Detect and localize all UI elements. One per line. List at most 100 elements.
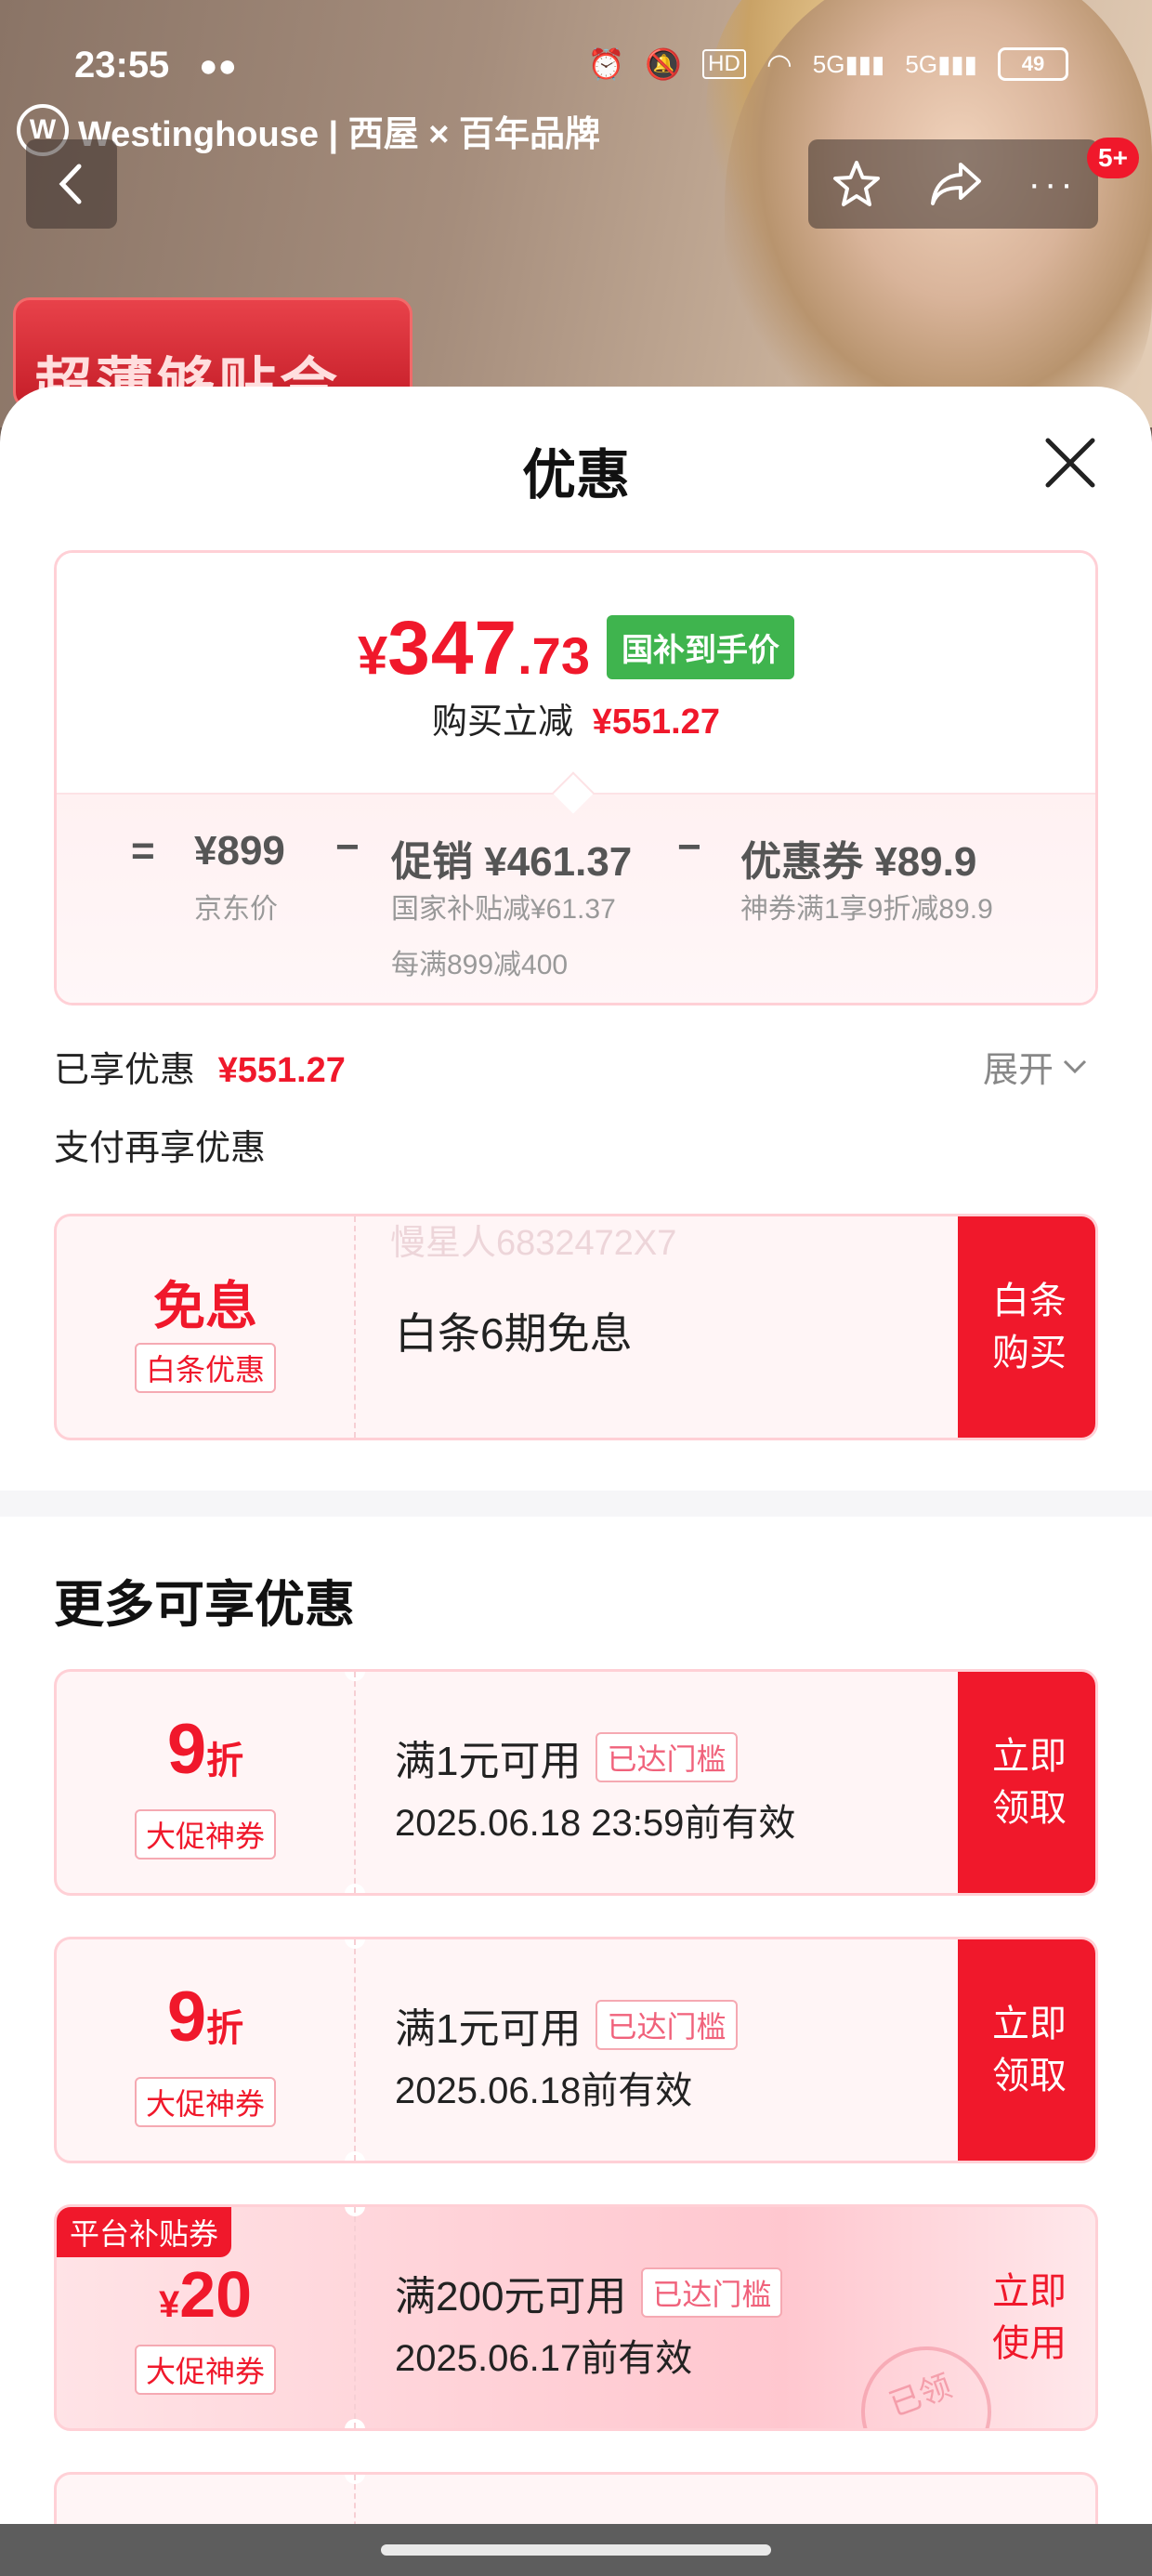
- baitiao-big-wrap: 免息: [57, 1265, 354, 1340]
- coupon-validity: 2025.06.18 23:59前有效: [395, 1803, 796, 1844]
- expand-button[interactable]: 展开: [983, 1041, 1089, 1092]
- watermark-text: 慢星人6832472X7: [390, 1224, 677, 1263]
- price-calculation: = ¥899 京东价 − 促销 ¥461.37 国家补贴减¥61.37 每满89…: [57, 771, 1095, 1003]
- equals-sign: =: [131, 828, 155, 874]
- coupon-amount: 优惠券 ¥89.9: [740, 839, 977, 885]
- baitiao-desc: 白条6期免息: [395, 1309, 633, 1358]
- reduce-label: 购买立减: [432, 703, 574, 742]
- home-indicator[interactable]: [381, 2544, 771, 2556]
- reduce-value: ¥551.27: [592, 703, 720, 742]
- coupon-tag: 大促神券: [134, 2345, 276, 2395]
- pay-more-heading: 支付再享优惠: [54, 1119, 266, 1170]
- coupon-tag: 大促神券: [134, 2077, 276, 2127]
- coupon-value: 20: [179, 2258, 253, 2331]
- coupon-card-platform: 平台补贴券 ¥20 大促神券 满200元可用 已达门槛 2025.06.17前有…: [54, 2204, 1098, 2431]
- status-icons: ⏰ 🔕 HD ◠ 5G▮▮▮ 5G▮▮▮ 49: [587, 46, 1068, 82]
- coupon-info: 满1元可用 已达门槛 2025.06.18前有效: [395, 1939, 999, 2161]
- coupon-condition: 满1元可用 已达门槛: [395, 1728, 738, 1787]
- coupon-divider: [354, 2475, 356, 2524]
- status-bar: 23:55 ●● ⏰ 🔕 HD ◠ 5G▮▮▮ 5G▮▮▮ 49: [0, 0, 1152, 102]
- coupon-currency: ¥: [158, 2284, 180, 2325]
- coupon-title: 满1元可用: [395, 2006, 582, 2052]
- claim-label: 立即领取: [992, 1736, 1067, 1829]
- coupon-value-area: 9折 大促神券: [57, 1672, 354, 1893]
- coupon-divider: [354, 2207, 356, 2428]
- price-decimal: .73: [517, 626, 590, 685]
- coupon-tag-wrap: 大促神券: [57, 2077, 354, 2127]
- coupon-detail: 神券满1享9折减89.9: [740, 894, 993, 925]
- claim-coupon-button[interactable]: 立即领取: [958, 1939, 1095, 2161]
- coupon-divider: [354, 1939, 356, 2161]
- threshold-reached-badge: 已达门槛: [596, 2000, 738, 2050]
- coupon-info: 满1元可用 已达门槛 2025.06.18 23:59前有效: [395, 1672, 999, 1893]
- baitiao-tag-wrap: 白条优惠: [57, 1343, 354, 1393]
- hd-icon: HD: [702, 49, 746, 79]
- pay-more-label: 支付再享优惠: [54, 1129, 267, 1168]
- promo-amount: 促销 ¥461.37: [391, 839, 633, 885]
- alarm-icon: ⏰: [587, 47, 625, 81]
- claim-label: 立即领取: [992, 2004, 1067, 2096]
- price-currency: ¥: [358, 625, 388, 686]
- back-button[interactable]: [26, 139, 117, 229]
- coupon-value: 9: [166, 1978, 207, 2057]
- baitiao-big: 免息: [153, 1277, 257, 1335]
- coupon-condition: 满200元可用 已达门槛: [395, 2263, 783, 2322]
- baitiao-left: 免息 白条优惠: [57, 1216, 354, 1438]
- purchase-reduction: 购买立减 ¥551.27: [57, 692, 1095, 743]
- gesture-nav-bar: [0, 2524, 1152, 2576]
- close-icon[interactable]: [1041, 433, 1100, 493]
- national-subsidy-tag: 国补到手价: [606, 615, 794, 679]
- enjoyed-label: 已享优惠: [54, 1051, 196, 1090]
- wifi-icon: ◠: [766, 47, 792, 81]
- coupon-unit: 折: [206, 1741, 244, 1781]
- coupon-divider: [354, 1672, 356, 1893]
- status-time: 23:55: [74, 45, 170, 85]
- coupon-card: 9折 大促神券 满1元可用 已达门槛 2025.06.18 23:59前有效 立…: [54, 1669, 1098, 1896]
- section-divider: [0, 1491, 1152, 1517]
- coupon-unit: 折: [206, 2008, 244, 2049]
- more-discounts-title: 更多可享优惠: [54, 1577, 355, 1633]
- signal-icon: 5G▮▮▮: [812, 49, 885, 78]
- mute-icon: 🔕: [645, 47, 683, 81]
- use-label: 立即使用: [992, 2271, 1067, 2364]
- coupon-title: 满200元可用: [395, 2274, 627, 2320]
- baitiao-buy-button[interactable]: 白条购买: [958, 1216, 1095, 1438]
- threshold-reached-badge: 已达门槛: [596, 1732, 738, 1782]
- signal-icon-2: 5G▮▮▮: [905, 49, 977, 78]
- coupon-card-partial: [54, 2472, 1098, 2524]
- coupon-title: 满1元可用: [395, 1739, 582, 1784]
- coupon-value-area: 9折 大促神券: [57, 1939, 354, 2161]
- minus-sign: −: [335, 824, 360, 870]
- message-badge: 5+: [1087, 138, 1139, 178]
- baitiao-tag: 白条优惠: [134, 1343, 276, 1393]
- battery-icon: 49: [998, 47, 1068, 81]
- price-integer: 347: [387, 606, 518, 690]
- share-icon[interactable]: [927, 157, 985, 211]
- threshold-reached-badge: 已达门槛: [641, 2267, 783, 2318]
- coupon-validity: 2025.06.17前有效: [395, 2338, 693, 2379]
- final-price: ¥ 347 .73 国补到手价: [57, 605, 1095, 692]
- final-price-section: ¥ 347 .73 国补到手价 购买立减 ¥551.27: [57, 553, 1095, 793]
- coupon-value-wrap: 9折: [57, 1709, 354, 1790]
- coupon-value: 9: [166, 1710, 207, 1789]
- coupon-tag: 大促神券: [134, 1809, 276, 1860]
- enjoyed-value: ¥551.27: [217, 1051, 346, 1090]
- use-coupon-button[interactable]: 立即使用: [958, 2207, 1095, 2428]
- price-breakdown-card: ¥ 347 .73 国补到手价 购买立减 ¥551.27 = ¥899 京东价 …: [54, 550, 1098, 1005]
- promo-full-reduction: 每满899减400: [391, 950, 569, 980]
- discount-sheet: 优惠 ¥ 347 .73 国补到手价 购买立减 ¥551.27 = ¥899 京…: [0, 387, 1152, 2524]
- promo-subsidy: 国家补贴减¥61.37: [391, 894, 616, 925]
- claim-coupon-button[interactable]: 立即领取: [958, 1672, 1095, 1893]
- sheet-title: 优惠: [521, 445, 630, 506]
- star-icon[interactable]: [830, 157, 884, 211]
- coupon-tag-wrap: 大促神券: [57, 1809, 354, 1860]
- coupon-tag-wrap: 大促神券: [57, 2345, 354, 2395]
- expand-label: 展开: [983, 1051, 1054, 1090]
- more-icon[interactable]: ···: [1028, 164, 1077, 205]
- jd-price: ¥899: [194, 828, 285, 874]
- chevron-down-icon: [1063, 1059, 1087, 1073]
- jd-price-label: 京东价: [194, 894, 278, 925]
- header-actions: ···: [808, 139, 1098, 229]
- coupon-condition: 满1元可用 已达门槛: [395, 1995, 738, 2055]
- enjoyed-discount: 已享优惠 ¥551.27: [54, 1041, 346, 1092]
